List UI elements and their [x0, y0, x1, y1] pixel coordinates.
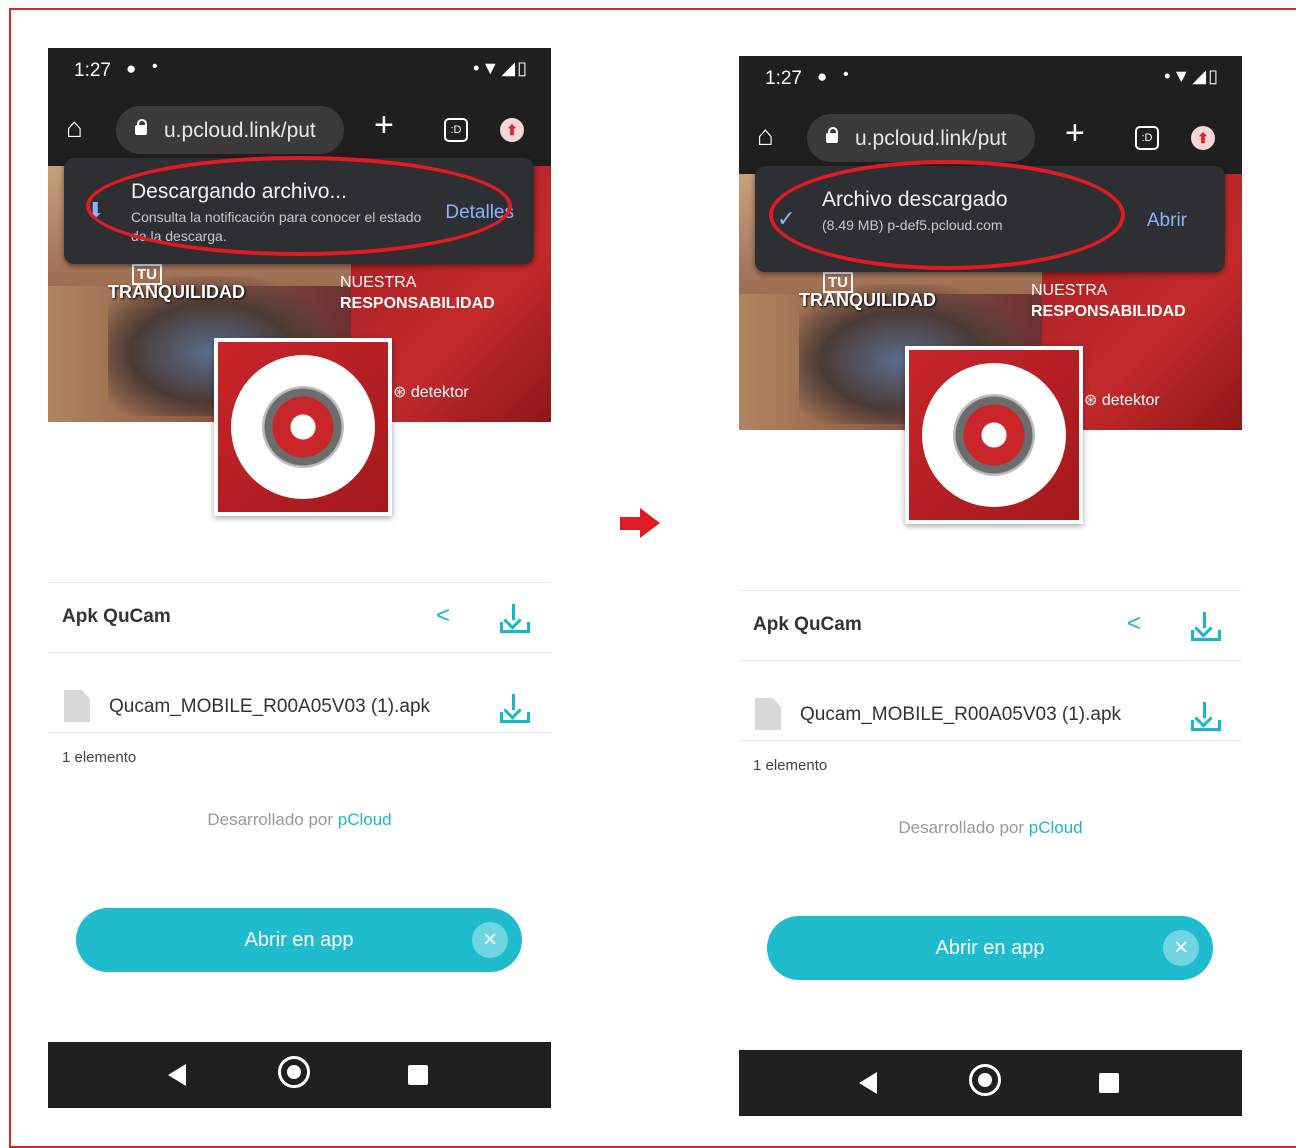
- item-count: 1 elemento: [62, 749, 137, 766]
- download-all-icon[interactable]: [1191, 612, 1221, 642]
- banner-tranquilidad: TRANQUILIDAD: [108, 282, 245, 302]
- download-all-icon[interactable]: [500, 604, 530, 634]
- status-bar: 1:27 ● • •▼◢▯: [48, 48, 551, 96]
- folder-title: Apk QuCam: [62, 606, 171, 627]
- phone-left: 1:27 ● • •▼◢▯ ⌂ u.pcloud.link/put + :D ⬆…: [48, 48, 551, 1110]
- new-tab-icon[interactable]: +: [1065, 114, 1085, 153]
- powered-by: Desarrollado por pCloud: [48, 810, 551, 830]
- banner-responsabilidad: RESPONSABILIDAD: [1031, 303, 1186, 320]
- app-icon: [905, 346, 1083, 524]
- divider: [739, 660, 1242, 661]
- download-file-icon[interactable]: [1191, 702, 1221, 732]
- close-icon[interactable]: ×: [1163, 930, 1199, 966]
- pcloud-link[interactable]: pCloud: [1029, 818, 1083, 837]
- update-menu-icon[interactable]: ⬆: [500, 118, 524, 142]
- banner-tranquilidad: TRANQUILIDAD: [799, 290, 936, 310]
- back-icon[interactable]: [168, 1064, 186, 1086]
- lock-icon: [134, 119, 147, 135]
- address-bar[interactable]: u.pcloud.link/put: [116, 106, 344, 154]
- open-in-app-button[interactable]: Abrir en app ×: [767, 916, 1213, 980]
- system-status-icons: •▼◢▯: [473, 58, 529, 78]
- share-icon[interactable]: <: [436, 602, 450, 630]
- url-text: u.pcloud.link/put: [855, 127, 1007, 150]
- recents-icon[interactable]: [408, 1065, 428, 1085]
- tab-switcher-icon[interactable]: :D: [444, 118, 468, 142]
- banner-brand-logo: ⊛ detektor: [1084, 392, 1160, 409]
- url-text: u.pcloud.link/put: [164, 119, 316, 142]
- download-file-icon[interactable]: [500, 694, 530, 724]
- divider: [48, 732, 551, 733]
- update-menu-icon[interactable]: ⬆: [1191, 126, 1215, 150]
- powered-prefix: Desarrollado por: [898, 818, 1025, 837]
- qucam-logo-icon: [262, 386, 344, 468]
- file-name[interactable]: Qucam_MOBILE_R00A05V03 (1).apk: [109, 696, 430, 718]
- item-count: 1 elemento: [753, 757, 828, 774]
- folder-title: Apk QuCam: [753, 614, 862, 635]
- banner-nuestra: NUESTRA: [1031, 282, 1108, 299]
- banner-nuestra: NUESTRA: [340, 274, 417, 291]
- phone-right: 1:27 ● • •▼◢▯ ⌂ u.pcloud.link/put + :D ⬆…: [739, 56, 1242, 1118]
- address-bar[interactable]: u.pcloud.link/put: [807, 114, 1035, 162]
- message-icon: ●: [817, 67, 828, 86]
- status-bar: 1:27 ● • •▼◢▯: [739, 56, 1242, 104]
- status-time: 1:27: [74, 60, 111, 81]
- home-button-icon[interactable]: [278, 1056, 310, 1088]
- divider: [48, 652, 551, 653]
- share-icon[interactable]: <: [1127, 610, 1141, 638]
- new-tab-icon[interactable]: +: [374, 106, 394, 145]
- file-name[interactable]: Qucam_MOBILE_R00A05V03 (1).apk: [800, 704, 1121, 726]
- recents-icon[interactable]: [1099, 1073, 1119, 1093]
- file-icon: [64, 690, 90, 722]
- file-icon: [755, 698, 781, 730]
- pcloud-link[interactable]: pCloud: [338, 810, 392, 829]
- qucam-logo-icon: [953, 394, 1035, 476]
- system-status-icons: •▼◢▯: [1164, 66, 1220, 86]
- home-icon[interactable]: ⌂: [66, 112, 83, 144]
- divider: [48, 582, 551, 583]
- open-in-app-label: Abrir en app: [244, 929, 354, 951]
- message-icon: ●: [126, 59, 137, 78]
- arrow-right-icon: [620, 508, 660, 538]
- back-icon[interactable]: [859, 1072, 877, 1094]
- notification-dot-icon: •: [152, 58, 158, 75]
- tab-switcher-icon[interactable]: :D: [1135, 126, 1159, 150]
- divider: [739, 740, 1242, 741]
- powered-by: Desarrollado por pCloud: [739, 818, 1242, 838]
- home-button-icon[interactable]: [969, 1064, 1001, 1096]
- highlight-ellipse: [769, 160, 1125, 270]
- banner-responsabilidad: RESPONSABILIDAD: [340, 295, 495, 312]
- notification-dot-icon: •: [843, 66, 849, 83]
- app-icon: [214, 338, 392, 516]
- powered-prefix: Desarrollado por: [207, 810, 334, 829]
- system-nav-bar: [48, 1042, 551, 1108]
- open-in-app-label: Abrir en app: [935, 937, 1045, 959]
- banner-brand-logo: ⊛ detektor: [393, 384, 469, 401]
- system-nav-bar: [739, 1050, 1242, 1116]
- lock-icon: [825, 127, 838, 143]
- home-icon[interactable]: ⌂: [757, 120, 774, 152]
- close-icon[interactable]: ×: [472, 922, 508, 958]
- open-in-app-button[interactable]: Abrir en app ×: [76, 908, 522, 972]
- highlight-ellipse: [86, 156, 512, 256]
- status-time: 1:27: [765, 68, 802, 89]
- divider: [739, 590, 1242, 591]
- popup-open-button[interactable]: Abrir: [1147, 210, 1187, 232]
